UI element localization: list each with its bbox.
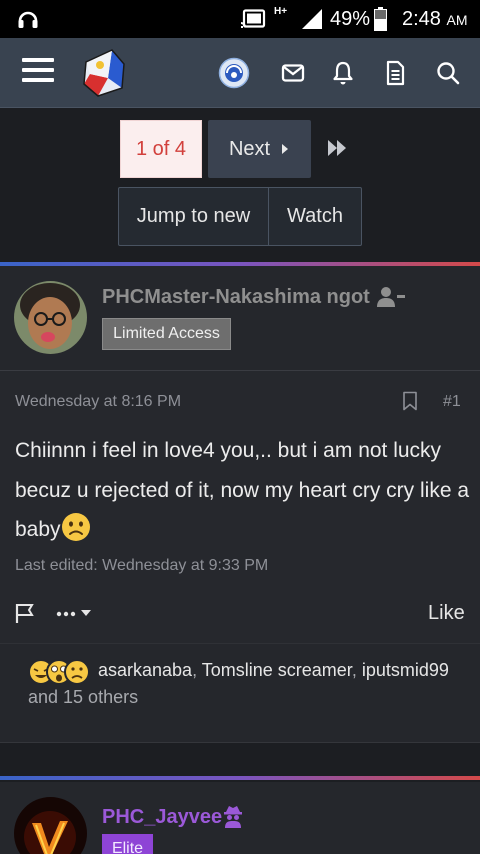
watch-button[interactable]: Watch — [269, 188, 361, 245]
clock-ampm: AM — [446, 12, 468, 28]
clock-time: 2:48 — [402, 8, 441, 30]
reactor-separator: , — [192, 660, 202, 680]
site-logo[interactable] — [78, 48, 130, 98]
last-page-icon[interactable] — [322, 134, 354, 162]
reactions-bar[interactable]: asarkanaba, Tomsline screamer, iputsmid9… — [0, 643, 480, 747]
community-icon[interactable] — [218, 57, 250, 89]
reactor-name[interactable]: Tomsline screamer — [202, 660, 352, 680]
next-page-button[interactable]: Next — [208, 120, 311, 178]
bell-icon[interactable] — [327, 57, 359, 89]
avatar-image — [14, 797, 87, 854]
battery-percent: 49% — [330, 8, 371, 30]
network-type: H+ — [274, 6, 288, 17]
post-body: Wednesday at 8:16 PM #1 Chiinnn i feel i… — [0, 370, 480, 748]
post-number[interactable]: #1 — [443, 393, 461, 411]
bookmark-icon[interactable] — [402, 391, 418, 411]
last-edited: Last edited: Wednesday at 9:33 PM — [15, 557, 269, 574]
caret-right-icon — [282, 144, 289, 154]
post-message: Chiinnn i feel in love4 you,.. but i am … — [15, 431, 470, 550]
menu-icon[interactable] — [22, 58, 54, 86]
next-label: Next — [228, 137, 271, 160]
spy-icon — [224, 806, 242, 828]
search-icon[interactable] — [432, 57, 464, 89]
post: PHC_Jayvee Elite — [0, 782, 480, 854]
thread-controls: 1 of 4 Next Jump to new Watch — [0, 108, 480, 260]
user-badge: Elite — [102, 834, 153, 854]
avatar[interactable] — [14, 281, 87, 354]
headset-icon — [18, 11, 38, 28]
post-username[interactable]: PHCMaster-Nakashima ngot — [102, 286, 370, 309]
report-flag-icon[interactable] — [14, 602, 36, 624]
user-badge: Limited Access — [102, 318, 231, 350]
page-indicator[interactable]: 1 of 4 — [120, 120, 202, 178]
reactor-name[interactable]: asarkanaba — [98, 660, 192, 680]
more-options-icon[interactable] — [56, 603, 98, 623]
reactor-others[interactable]: and 15 others — [28, 687, 138, 707]
reactor-name[interactable]: iputsmid99 — [362, 660, 449, 680]
sad-face-icon — [61, 513, 90, 541]
reaction-summary: asarkanaba, Tomsline screamer, iputsmid9… — [28, 657, 468, 711]
signal-icon — [302, 9, 322, 29]
post: PHCMaster-Nakashima ngot Limited Access … — [0, 266, 480, 748]
cast-icon — [240, 9, 266, 28]
status-bar: H+ 49% 2:48 AM — [0, 0, 480, 38]
user-minus-icon — [377, 287, 405, 307]
like-button[interactable]: Like — [428, 602, 465, 625]
mail-icon[interactable] — [277, 57, 309, 89]
avatar[interactable] — [14, 797, 87, 854]
reactor-separator: , — [351, 660, 362, 680]
post-author-header: PHCMaster-Nakashima ngot Limited Access — [0, 266, 480, 370]
thread-action-group: Jump to new Watch — [118, 187, 362, 246]
battery-icon — [374, 7, 387, 31]
post-username[interactable]: PHC_Jayvee — [102, 806, 222, 829]
document-icon[interactable] — [379, 57, 411, 89]
post-gap — [0, 742, 480, 776]
clock: 2:48 AM — [402, 8, 468, 31]
post-date[interactable]: Wednesday at 8:16 PM — [15, 393, 181, 411]
post-divider — [0, 776, 480, 780]
avatar-image — [14, 281, 87, 354]
app-header — [0, 38, 480, 108]
jump-to-new-button[interactable]: Jump to new — [119, 188, 269, 245]
